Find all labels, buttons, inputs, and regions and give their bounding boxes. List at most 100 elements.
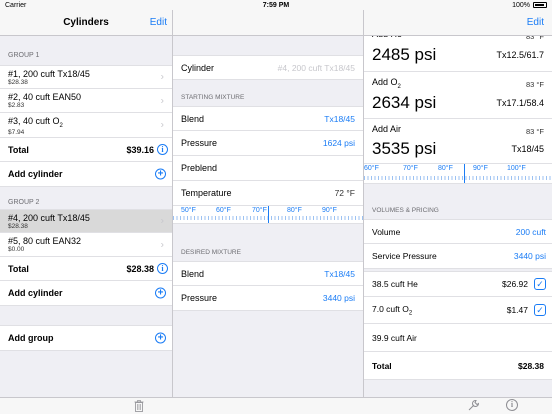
info-icon[interactable]: i (157, 263, 168, 274)
gas-step-air[interactable]: Add Air 83 °F 3535 psi Tx18/45 (364, 119, 552, 164)
add-cylinder-button[interactable]: Add cylinder + (0, 162, 172, 187)
cylinder-row-selected[interactable]: #4, 200 cuft Tx18/45 $28.38 › (0, 209, 172, 233)
group-1: GROUP 1 #1, 200 cuft Tx18/45 $28.38 › #2… (0, 52, 172, 187)
chevron-right-icon: › (160, 119, 164, 131)
start-pressure-row[interactable]: Pressure 1624 psi (173, 131, 363, 156)
start-blend-row[interactable]: Blend Tx18/45 (173, 106, 363, 131)
total-value: $39.16 (126, 144, 154, 155)
cylinder-row[interactable]: #2, 40 cuft EAN50 $2.83 › (0, 89, 172, 113)
plus-icon[interactable]: + (155, 287, 166, 299)
add-cylinder-button[interactable]: Add cylinder + (0, 281, 172, 306)
fill-steps-pane: Add He 83 °F 2485 psi Tx12.5/61.7 Add O2… (363, 0, 552, 397)
service-pressure-label: Service Pressure (372, 251, 437, 261)
checkmark-icon[interactable]: ✓ (534, 278, 546, 290)
cylinders-nav-bar: Cylinders Edit (0, 10, 172, 36)
air-volume-label: 39.9 cuft Air (372, 332, 417, 343)
tick-label: 100°F (507, 165, 526, 172)
starting-mixture-header: STARTING MIXTURE (181, 94, 245, 101)
group-2: GROUP 2 #4, 200 cuft Tx18/45 $28.38 › #5… (0, 199, 172, 306)
blend-detail-pane: Cylinder #4, 200 cuft Tx18/45 STARTING M… (173, 0, 363, 397)
temperature-ticks (364, 176, 552, 180)
desired-pressure-row[interactable]: Pressure 3440 psi (173, 286, 363, 311)
checkmark-icon[interactable]: ✓ (534, 304, 546, 316)
cylinder-row[interactable]: #5, 80 cuft EAN32 $0.00 › (0, 233, 172, 257)
plus-icon[interactable]: + (155, 332, 166, 344)
blend-label: Blend (181, 268, 205, 279)
detail-nav-bar (173, 10, 363, 36)
he-price-row: 38.5 cuft He $26.92 ✓ (364, 271, 552, 297)
gas-temp: 83 °F (525, 80, 544, 89)
fill-nav-bar: Edit (364, 10, 552, 36)
status-bar: Carrier 7:59 PM 100% (0, 0, 552, 10)
trash-icon[interactable] (134, 400, 144, 412)
volume-value[interactable]: 200 cuft (516, 227, 546, 237)
volume-row[interactable]: Volume 200 cuft (364, 219, 552, 244)
add-group-button[interactable]: Add group + (0, 325, 172, 351)
cylinders-pane: Cylinders Edit GROUP 1 #1, 200 cuft Tx18… (0, 0, 173, 414)
blend-label: Blend (181, 113, 205, 124)
tick-label: 60°F (364, 165, 379, 172)
cylinder-price: $28.38 (8, 223, 28, 230)
cylinder-name: #4, 200 cuft Tx18/45 (8, 213, 90, 223)
pricing-total-row: Total $28.38 (364, 352, 552, 380)
gas-step-o2[interactable]: Add O2 83 °F 2634 psi Tx17.1/58.4 (364, 72, 552, 119)
start-blend-value[interactable]: Tx18/45 (324, 114, 355, 124)
pressure-label: Pressure (181, 293, 218, 303)
info-icon[interactable]: i (506, 399, 518, 411)
clock: 7:59 PM (262, 1, 290, 9)
temperature-slider[interactable]: 50°F 60°F 70°F 80°F 90°F (173, 206, 363, 224)
cylinder-name: #2, 40 cuft EAN50 (8, 92, 82, 102)
fill-edit-button[interactable]: Edit (527, 17, 544, 28)
group-total-row: Total $39.16 i (0, 138, 172, 162)
group-header: GROUP 2 (8, 199, 40, 206)
chevron-right-icon: › (160, 95, 164, 106)
cylinder-label: Cylinder (181, 62, 215, 73)
cylinder-price: $2.83 (8, 102, 25, 109)
tick-label: 70°F (252, 207, 267, 214)
he-volume-label: 38.5 cuft He (372, 279, 418, 289)
add-cylinder-label: Add cylinder (8, 169, 63, 179)
total-value: $28.38 (126, 263, 154, 274)
wrench-icon[interactable] (467, 399, 480, 412)
fill-temperature-slider[interactable]: 60°F 70°F 80°F 90°F 100°F (364, 164, 552, 184)
service-pressure-value[interactable]: 3440 psi (514, 251, 546, 261)
slider-thumb[interactable] (268, 206, 269, 223)
temperature-value: 72 °F (334, 188, 355, 198)
service-pressure-row[interactable]: Service Pressure 3440 psi (364, 244, 552, 269)
starting-mixture-section: Blend Tx18/45 Pressure 1624 psi Preblend… (173, 106, 363, 224)
cylinder-row[interactable]: #3, 40 cuft O2 $7.94 › (0, 113, 172, 138)
gas-mix: Tx12.5/61.7 (496, 50, 544, 60)
plus-icon[interactable]: + (155, 168, 166, 180)
he-price: $26.92 (502, 279, 528, 289)
total-label: Total (372, 360, 392, 371)
cylinder-field[interactable]: Cylinder #4, 200 cuft Tx18/45 (173, 55, 363, 80)
group-total-row: Total $28.38 i (0, 257, 172, 281)
desired-pressure-value[interactable]: 3440 psi (323, 293, 355, 303)
cylinder-row[interactable]: #1, 200 cuft Tx18/45 $28.38 › (0, 65, 172, 89)
tick-label: 70°F (403, 165, 418, 172)
desired-blend-value[interactable]: Tx18/45 (324, 269, 355, 279)
tick-label: 80°F (438, 165, 453, 172)
gas-name: Add Air (372, 124, 402, 134)
cylinders-edit-button[interactable]: Edit (150, 17, 167, 28)
middle-blank-area (173, 312, 363, 397)
air-price-row: 39.9 cuft Air (364, 324, 552, 352)
o2-volume-label: 7.0 cuft O2 (372, 303, 413, 317)
desired-mixture-section: Blend Tx18/45 Pressure 3440 psi (173, 261, 363, 311)
gas-psi: 3535 psi (372, 139, 437, 158)
start-pressure-value[interactable]: 1624 psi (323, 138, 355, 148)
slider-thumb[interactable] (464, 164, 465, 183)
desired-mixture-header: DESIRED MIXTURE (181, 249, 241, 256)
tick-label: 90°F (473, 165, 488, 172)
gas-mix: Tx17.1/58.4 (496, 98, 544, 108)
gas-psi: 2485 psi (372, 45, 437, 64)
desired-blend-row[interactable]: Blend Tx18/45 (173, 261, 363, 286)
total-label: Total (8, 263, 29, 274)
preblend-row[interactable]: Preblend (173, 156, 363, 181)
cylinder-price: $7.94 (8, 128, 25, 136)
temperature-label: Temperature (181, 188, 232, 198)
cylinder-name: #1, 200 cuft Tx18/45 (8, 69, 90, 79)
cylinder-price: $28.38 (8, 79, 28, 86)
temperature-row: Temperature 72 °F (173, 181, 363, 206)
info-icon[interactable]: i (157, 144, 168, 155)
